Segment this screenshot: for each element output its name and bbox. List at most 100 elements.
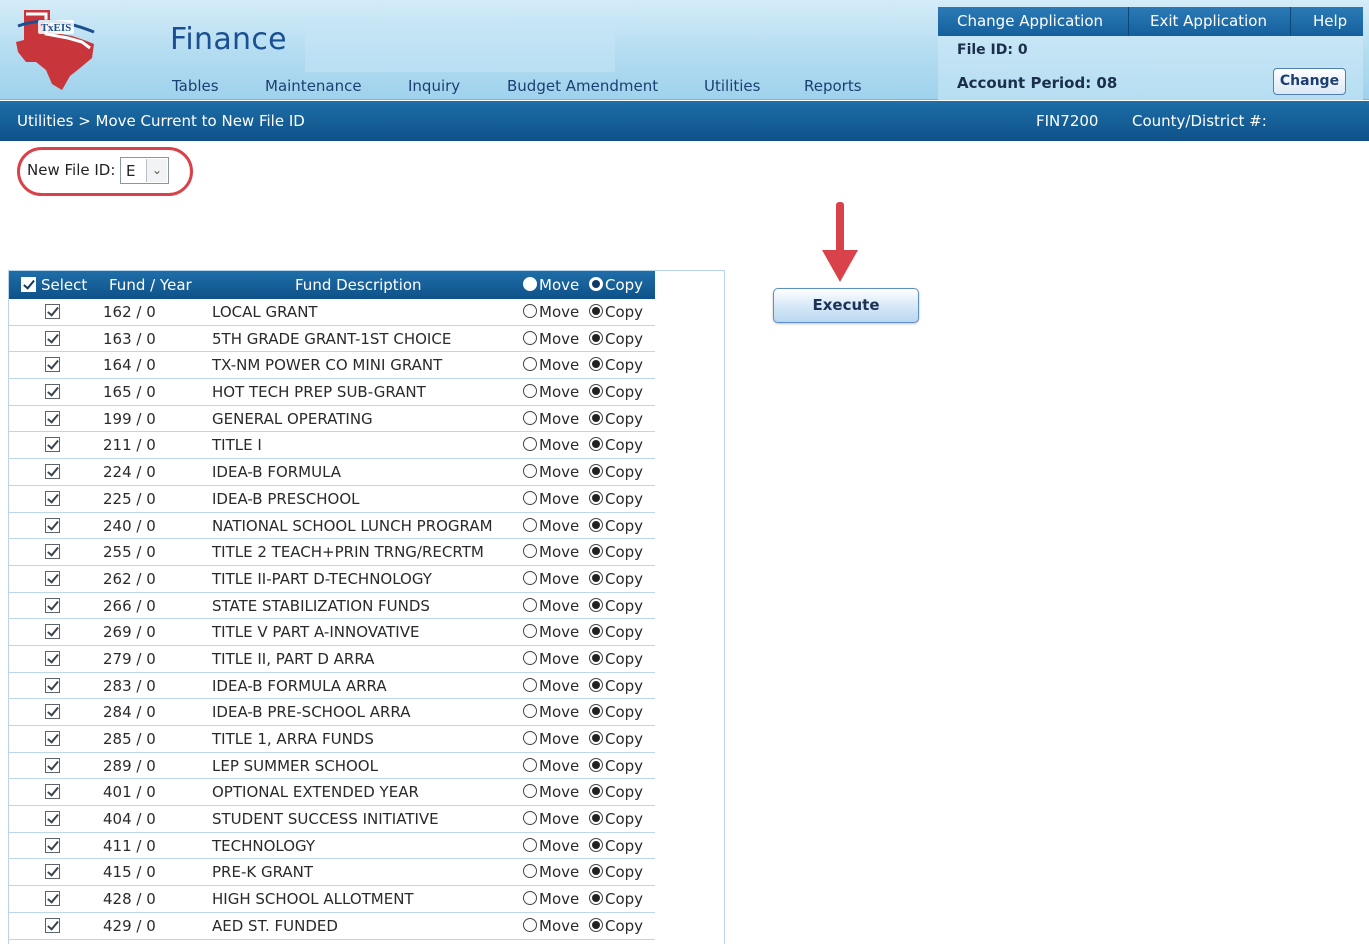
row-select-checkbox[interactable] xyxy=(45,570,60,586)
copy-radio[interactable] xyxy=(589,544,603,559)
copy-radio[interactable] xyxy=(589,731,603,745)
copy-radio[interactable] xyxy=(589,917,603,932)
move-radio[interactable] xyxy=(523,624,537,639)
move-radio[interactable] xyxy=(523,330,537,345)
menu-reports[interactable]: Reports xyxy=(804,77,862,95)
move-radio[interactable] xyxy=(523,570,537,585)
copy-radio[interactable] xyxy=(589,517,603,532)
menu-maintenance[interactable]: Maintenance xyxy=(265,77,362,95)
header-move-radio[interactable] xyxy=(523,277,537,291)
copy-radio[interactable] xyxy=(589,330,603,345)
move-radio[interactable] xyxy=(523,464,537,479)
row-select-checkbox[interactable] xyxy=(45,891,60,907)
copy-radio[interactable] xyxy=(589,837,603,852)
file-id-label: File ID: 0 xyxy=(957,42,1028,58)
row-select-checkbox[interactable] xyxy=(45,410,60,426)
row-select-checkbox[interactable] xyxy=(45,597,60,613)
copy-radio[interactable] xyxy=(589,704,603,719)
move-radio[interactable] xyxy=(523,517,537,532)
copy-radio[interactable] xyxy=(589,437,603,452)
move-radio[interactable] xyxy=(523,544,537,559)
copy-radio[interactable] xyxy=(589,677,603,692)
row-select-checkbox[interactable] xyxy=(45,837,60,853)
move-radio[interactable] xyxy=(523,437,537,452)
move-radio[interactable] xyxy=(523,490,537,505)
row-select-checkbox[interactable] xyxy=(45,864,60,880)
copy-radio[interactable] xyxy=(589,410,603,425)
new-file-id-select[interactable]: E ⌄ xyxy=(120,157,169,184)
copy-radio[interactable] xyxy=(589,304,603,318)
move-radio[interactable] xyxy=(523,864,537,879)
row-select-checkbox[interactable] xyxy=(45,811,60,827)
menu-tables[interactable]: Tables xyxy=(172,77,219,95)
copy-radio[interactable] xyxy=(589,384,603,399)
copy-radio[interactable] xyxy=(589,891,603,906)
row-select-checkbox[interactable] xyxy=(45,704,60,720)
copy-radio[interactable] xyxy=(589,570,603,585)
change-button[interactable]: Change xyxy=(1273,68,1346,95)
row-select-checkbox[interactable] xyxy=(45,624,60,640)
copy-radio[interactable] xyxy=(589,864,603,879)
copy-radio[interactable] xyxy=(589,784,603,799)
row-select-checkbox[interactable] xyxy=(45,464,60,480)
move-radio[interactable] xyxy=(523,837,537,852)
chevron-down-icon[interactable]: ⌄ xyxy=(146,159,167,182)
copy-radio[interactable] xyxy=(589,624,603,639)
move-radio[interactable] xyxy=(523,757,537,772)
move-radio[interactable] xyxy=(523,917,537,932)
change-application-link[interactable]: Change Application xyxy=(957,12,1103,30)
header-copy-radio[interactable] xyxy=(589,277,603,291)
copy-label: Copy xyxy=(605,383,644,402)
move-radio[interactable] xyxy=(523,650,537,665)
move-radio[interactable] xyxy=(523,731,537,745)
exit-application-link[interactable]: Exit Application xyxy=(1150,12,1267,30)
fund-year-cell: 283 / 0 xyxy=(103,676,156,695)
row-select-checkbox[interactable] xyxy=(45,330,60,346)
row-select-checkbox[interactable] xyxy=(45,731,60,746)
row-select-checkbox[interactable] xyxy=(45,757,60,773)
move-radio[interactable] xyxy=(523,410,537,425)
move-radio[interactable] xyxy=(523,384,537,399)
row-select-checkbox[interactable] xyxy=(45,917,60,933)
row-select-checkbox[interactable] xyxy=(45,490,60,506)
move-radio[interactable] xyxy=(523,677,537,692)
move-radio[interactable] xyxy=(523,811,537,826)
row-select-checkbox[interactable] xyxy=(45,304,60,319)
copy-radio[interactable] xyxy=(589,357,603,372)
move-label: Move xyxy=(539,383,580,402)
fund-description-cell: IDEA-B PRESCHOOL xyxy=(212,489,360,508)
copy-radio[interactable] xyxy=(589,464,603,479)
row-select-checkbox[interactable] xyxy=(45,677,60,693)
fund-description-cell: LOCAL GRANT xyxy=(212,303,318,321)
help-link[interactable]: Help xyxy=(1313,12,1347,30)
row-select-checkbox[interactable] xyxy=(45,357,60,373)
row-select-checkbox[interactable] xyxy=(45,544,60,560)
select-all-checkbox[interactable] xyxy=(21,277,36,292)
row-select-checkbox[interactable] xyxy=(45,517,60,533)
menu-utilities[interactable]: Utilities xyxy=(704,77,760,95)
fund-description-cell: 5TH GRADE GRANT-1ST CHOICE xyxy=(212,329,452,348)
copy-radio[interactable] xyxy=(589,490,603,505)
menu-budget-amendment[interactable]: Budget Amendment xyxy=(507,77,658,95)
row-select-checkbox[interactable] xyxy=(45,384,60,400)
move-radio[interactable] xyxy=(523,304,537,318)
copy-label: Copy xyxy=(605,303,644,321)
move-radio[interactable] xyxy=(523,704,537,719)
move-radio[interactable] xyxy=(523,597,537,612)
menu-inquiry[interactable]: Inquiry xyxy=(408,77,460,95)
copy-radio[interactable] xyxy=(589,757,603,772)
copy-radio[interactable] xyxy=(589,650,603,665)
copy-label: Copy xyxy=(605,676,644,695)
fund-description-cell: TITLE V PART A-INNOVATIVE xyxy=(212,623,420,642)
move-radio[interactable] xyxy=(523,357,537,372)
fund-description-cell: TITLE 1, ARRA FUNDS xyxy=(212,730,374,748)
row-select-checkbox[interactable] xyxy=(45,784,60,800)
table-header: Select Fund / Year Fund Description Move… xyxy=(9,271,655,299)
row-select-checkbox[interactable] xyxy=(45,650,60,666)
copy-radio[interactable] xyxy=(589,597,603,612)
move-radio[interactable] xyxy=(523,891,537,906)
execute-button[interactable]: Execute xyxy=(773,288,919,323)
copy-radio[interactable] xyxy=(589,811,603,826)
row-select-checkbox[interactable] xyxy=(45,437,60,453)
move-radio[interactable] xyxy=(523,784,537,799)
